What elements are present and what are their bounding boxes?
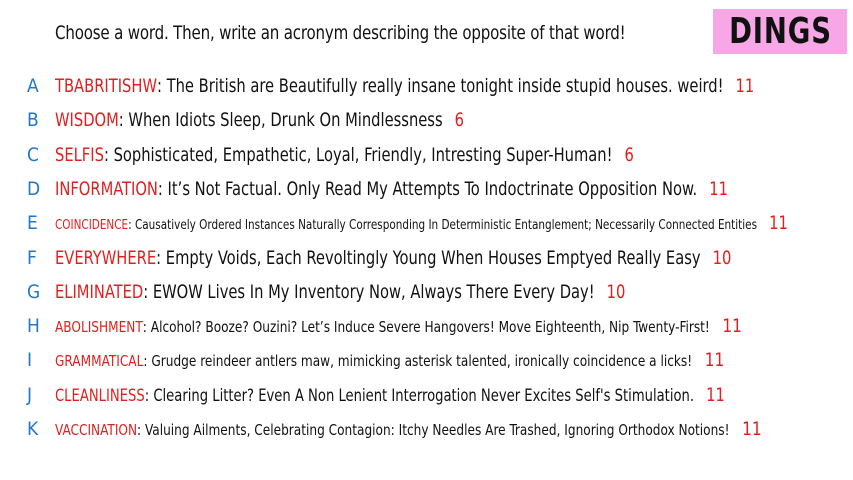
entry-word: ELIMINATED <box>55 281 144 303</box>
entry-letter: I <box>27 349 33 371</box>
entry-score: 11 <box>706 384 725 406</box>
entry-letter: E <box>27 212 38 234</box>
entry-word: EVERYWHERE <box>55 247 157 269</box>
entry-acronym: Causatively Ordered Instances Naturally … <box>134 217 758 233</box>
entry-score: 10 <box>712 247 732 269</box>
entry-score: 6 <box>454 109 465 131</box>
entry-word: VACCINATION <box>55 421 138 439</box>
entry-letter: D <box>27 178 41 200</box>
entry-score: 10 <box>606 281 626 303</box>
entry-word: WISDOM <box>55 109 119 131</box>
entry-score: 11 <box>704 349 725 371</box>
entry-acronym: Clearing Litter? Even A Non Lenient Inte… <box>153 386 695 406</box>
entry-acronym: Alcohol? Booze? Ouzini? Let’s Induce Sev… <box>150 318 710 336</box>
entry-score: 11 <box>742 418 762 440</box>
dings-label: DINGS <box>728 11 832 52</box>
entry-score: 11 <box>735 75 755 97</box>
entry-score: 6 <box>624 144 634 166</box>
entry-letter: K <box>27 418 39 440</box>
entry-letter: F <box>27 247 37 269</box>
entry-word: ABOLISHMENT <box>55 318 143 336</box>
entry-acronym: Sophisticated, Empathetic, Loyal, Friend… <box>113 144 613 166</box>
entry-letter: H <box>27 315 40 337</box>
entry-acronym: EWOW Lives In My Inventory Now, Always T… <box>152 281 595 303</box>
entry-word: INFORMATION <box>55 178 158 200</box>
entry-score: 11 <box>769 212 788 234</box>
entry-word: COINCIDENCE <box>55 217 129 233</box>
entry-letter: J <box>27 384 33 406</box>
entry-word: SELFIS <box>55 144 104 166</box>
entry-word: GRAMMATICAL <box>55 352 144 370</box>
entry-letter: B <box>27 109 39 131</box>
dings-badge: DINGS <box>713 9 847 54</box>
entry-acronym: Empty Voids, Each Revoltingly Young When… <box>165 247 701 269</box>
entry-acronym: When Idiots Sleep, Drunk On Mindlessness <box>128 109 443 131</box>
entry-word: TBABRITISHW <box>55 75 157 97</box>
entry-acronym: It’s Not Factual. Only Read My Attempts … <box>167 178 698 200</box>
entry-acronym: The British are Beautifully really insan… <box>166 75 724 97</box>
entry-acronym: Valuing Ailments, Celebrating Contagion:… <box>145 421 730 439</box>
entry-letter: A <box>27 75 39 97</box>
entry-letter: C <box>27 144 39 166</box>
entry-score: 11 <box>709 178 728 200</box>
entry-letter: G <box>27 281 41 303</box>
instructions-text: Choose a word. Then, write an acronym de… <box>55 22 626 44</box>
entry-score: 11 <box>722 315 742 337</box>
entry-acronym: Grudge reindeer antlers maw, mimicking a… <box>151 352 693 370</box>
entry-word: CLEANLINESS <box>55 386 145 406</box>
